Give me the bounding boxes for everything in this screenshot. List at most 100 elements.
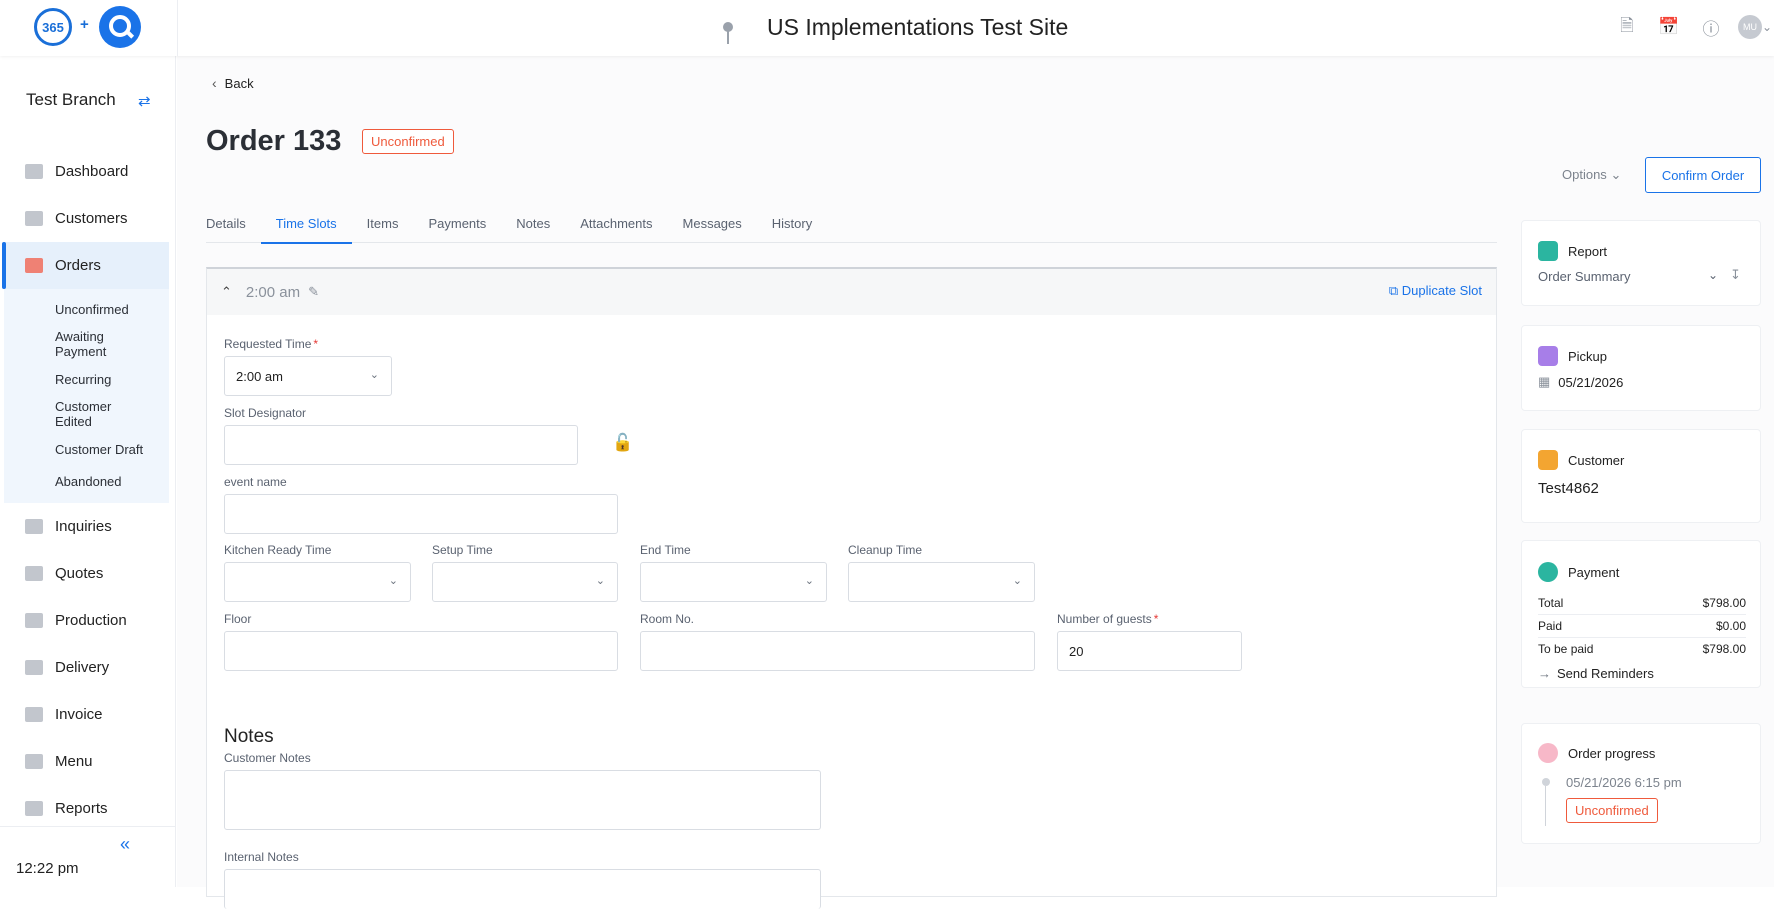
unlock-icon[interactable]: 🔓 <box>612 433 633 453</box>
paid-label: Paid <box>1538 619 1563 633</box>
dollar-icon <box>1538 562 1558 582</box>
event-name-input[interactable] <box>224 494 618 534</box>
room-no-input[interactable] <box>640 631 1035 671</box>
guests-label: Number of guests * <box>1057 612 1158 626</box>
requested-time-label: Requested Time * <box>224 337 318 351</box>
tab-payments[interactable]: Payments <box>413 203 501 243</box>
required-mark: * <box>1153 612 1159 626</box>
requested-time-select[interactable]: 2:00 am ⌄ <box>224 356 392 396</box>
sidebar-subitem-abandoned[interactable]: Abandoned <box>4 465 169 497</box>
sidebar-item-menu[interactable]: Menu <box>0 738 176 785</box>
sidebar-item-quotes[interactable]: Quotes <box>0 550 176 597</box>
tab-messages[interactable]: Messages <box>668 203 757 243</box>
slot-designator-input[interactable] <box>224 425 578 465</box>
send-reminders-link[interactable]: → Send Reminders <box>1538 666 1654 681</box>
avatar[interactable]: MU <box>1738 15 1762 39</box>
sidebar-item-reports[interactable]: Reports <box>0 785 176 832</box>
payment-card: Payment Total $798.00 Paid $0.00 To be pai… <box>1521 540 1761 688</box>
sidebar-item-inquiries[interactable]: Inquiries <box>0 503 176 550</box>
sidebar-item-label: Menu <box>55 753 93 770</box>
setup-time-select[interactable]: ⌄ <box>432 562 618 602</box>
customer-name[interactable]: Test4862 <box>1538 480 1599 497</box>
sidebar-subitem-customer-edited[interactable]: Customer Edited <box>4 395 129 433</box>
orders-subnav: Unconfirmed Awaiting Payment Recurring C… <box>4 289 169 503</box>
options-dropdown[interactable]: Options ⌄ <box>1562 167 1621 183</box>
kitchen-ready-time-select[interactable]: ⌄ <box>224 562 411 602</box>
site-title: US Implementations Test Site <box>767 14 1069 40</box>
options-label: Options <box>1562 167 1607 182</box>
download-icon[interactable]: ↧ <box>1730 267 1741 283</box>
reports-icon <box>25 801 43 816</box>
event-name-label: event name <box>224 475 287 489</box>
tab-attachments[interactable]: Attachments <box>565 203 667 243</box>
end-time-select[interactable]: ⌄ <box>640 562 827 602</box>
help-icon[interactable]: ⓘ <box>1698 14 1724 40</box>
kitchen-ready-time-label: Kitchen Ready Time <box>224 543 332 557</box>
report-title: Report <box>1568 243 1608 259</box>
sidebar-item-customers[interactable]: Customers <box>0 195 176 242</box>
cleanup-time-label: Cleanup Time <box>848 543 923 557</box>
tab-details[interactable]: Details <box>206 203 261 243</box>
report-value: Order Summary <box>1538 269 1631 284</box>
sidebar-subitem-recurring[interactable]: Recurring <box>4 363 169 395</box>
switch-branch-icon[interactable]: ⇄ <box>138 92 151 110</box>
sidebar-subitem-unconfirmed[interactable]: Unconfirmed <box>4 293 169 325</box>
notes-heading: Notes <box>224 726 274 747</box>
chevron-down-icon: ⌄ <box>369 369 379 381</box>
payment-title: Payment <box>1568 564 1620 580</box>
order-progress-header: Order progress <box>1538 743 1655 763</box>
customer-title: Customer <box>1568 452 1625 468</box>
chevron-down-icon[interactable]: ⌄ <box>1762 20 1774 34</box>
sidebar-subitem-customer-draft[interactable]: Customer Draft <box>4 433 169 465</box>
collapse-sidebar-icon[interactable]: « <box>120 834 130 855</box>
duplicate-slot-label: Duplicate Slot <box>1401 283 1482 298</box>
sidebar-subitem-awaiting-payment[interactable]: Awaiting Payment <box>4 325 124 363</box>
order-progress-title: Order progress <box>1568 745 1656 761</box>
sidebar-item-invoice[interactable]: Invoice <box>0 691 176 738</box>
progress-check-icon <box>1538 743 1558 763</box>
logo-area[interactable]: 365 + <box>0 0 178 56</box>
room-no-label: Room No. <box>640 612 695 626</box>
sidebar-item-label: Inquiries <box>55 518 112 535</box>
branch-name: Test Branch <box>26 90 116 109</box>
duplicate-slot-button[interactable]: ⧉ Duplicate Slot <box>1389 283 1482 299</box>
sidebar-item-delivery[interactable]: Delivery <box>0 644 176 691</box>
chevron-down-icon: ⌄ <box>388 575 398 587</box>
guests-input[interactable]: 20 <box>1057 631 1242 671</box>
tab-notes[interactable]: Notes <box>501 203 565 243</box>
back-link[interactable]: ‹ Back <box>212 75 254 91</box>
document-icon[interactable]: 🗎 <box>1614 14 1640 40</box>
tab-items[interactable]: Items <box>352 203 414 243</box>
sidebar-item-dashboard[interactable]: Dashboard <box>0 148 176 195</box>
calendar-icon: ▦ <box>1538 374 1551 389</box>
clock: 12:22 pm <box>16 860 79 877</box>
sidebar-item-orders[interactable]: Orders <box>2 242 169 289</box>
chevron-down-icon[interactable]: ⌄ <box>1708 268 1718 282</box>
dashboard-icon <box>25 164 43 179</box>
chevron-up-icon[interactable]: ⌃ <box>221 284 232 300</box>
customer-notes-textarea[interactable] <box>224 770 821 830</box>
confirm-order-button[interactable]: Confirm Order <box>1645 157 1761 193</box>
tobepaid-label: To be paid <box>1538 642 1594 656</box>
sidebar-item-production[interactable]: Production <box>0 597 176 644</box>
invoice-icon <box>25 707 43 722</box>
pickup-header: Pickup <box>1538 346 1607 366</box>
cleanup-time-select[interactable]: ⌄ <box>848 562 1035 602</box>
floor-input[interactable] <box>224 631 618 671</box>
top-icons: 🗎 📅 ⓘ MU ⌄ <box>1598 14 1774 40</box>
customer-card: Customer Test4862 <box>1521 429 1761 523</box>
report-select[interactable]: Order Summary <box>1538 269 1630 284</box>
tab-history[interactable]: History <box>757 203 827 243</box>
tobepaid-value: $798.00 <box>1702 642 1746 656</box>
logo-plus: + <box>80 16 89 33</box>
internal-notes-textarea[interactable] <box>224 869 821 909</box>
calendar-icon[interactable]: 📅 <box>1656 14 1682 40</box>
guests-label-text: Number of guests <box>1057 612 1152 626</box>
pickup-card: Pickup ▦ 05/21/2026 <box>1521 325 1761 411</box>
edit-icon[interactable]: ✎ <box>308 284 319 300</box>
payment-tobepaid-row: To be paid $798.00 <box>1538 642 1746 656</box>
slot-time: 2:00 am <box>245 283 301 301</box>
payment-total-row: Total $798.00 <box>1538 596 1746 610</box>
tab-time-slots[interactable]: Time Slots <box>260 203 352 244</box>
timeline-line <box>1545 786 1546 826</box>
